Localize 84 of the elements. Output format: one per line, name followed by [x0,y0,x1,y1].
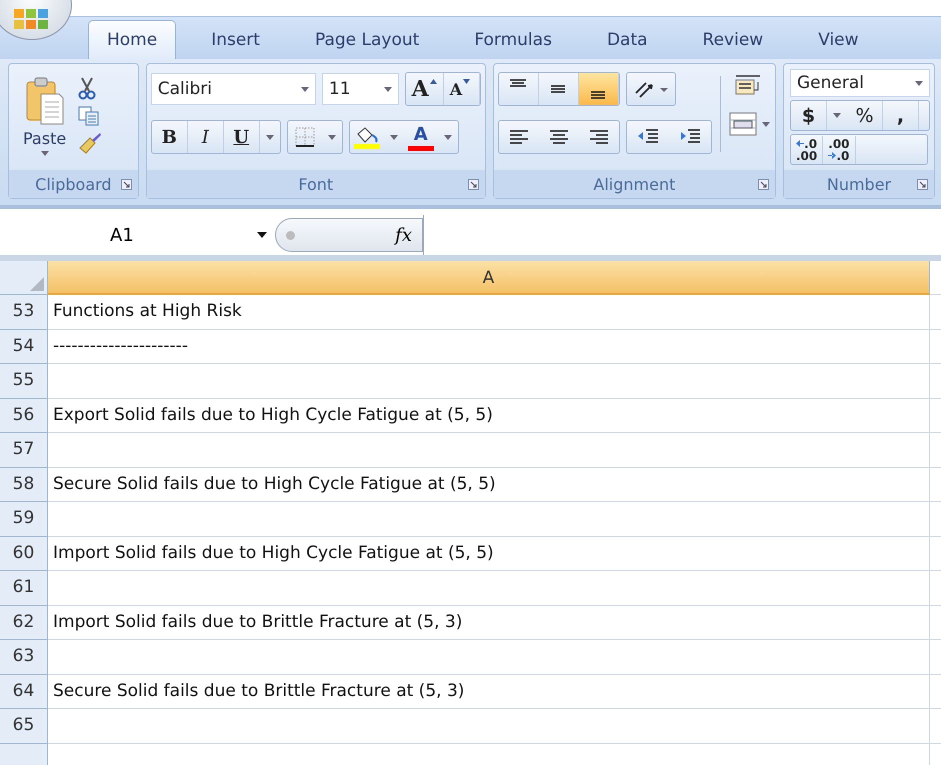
shrink-font-button[interactable]: A [444,73,480,105]
font-color-swatch [408,146,434,150]
italic-button[interactable]: I [188,121,224,153]
caret-icon[interactable] [390,134,398,140]
underline-button[interactable]: U [224,121,260,153]
ribbon-tab[interactable]: Data [582,21,673,59]
row-header[interactable]: 54 [0,330,48,364]
font-size-dropdown[interactable]: 11 [322,73,399,105]
group-label: Alignment [593,174,676,194]
group-label: Font [298,174,334,194]
ribbon-tab[interactable]: View [793,21,884,59]
dialog-launcher-icon[interactable] [468,178,479,190]
merge-cells-icon [728,112,757,136]
column-header[interactable]: A [48,261,930,295]
caret-icon [915,80,923,86]
table-cell[interactable]: Import Solid fails due to Brittle Fracture at (5, 3) [48,606,930,640]
vertical-align-button[interactable] [578,73,619,105]
caret-icon [384,86,392,92]
caret-icon [300,86,309,92]
caret-icon [762,122,770,126]
triangle-up-icon [430,79,437,84]
scissors-icon[interactable] [78,76,96,100]
group-label: Clipboard [35,174,112,194]
caret-icon [257,232,267,238]
paste-button[interactable]: Paste [21,72,68,168]
table-cell[interactable]: Secure Solid fails due to High Cycle Fatigue at (5, 5) [48,468,930,502]
dialog-launcher-icon[interactable] [917,178,928,190]
row-header[interactable]: 60 [0,536,48,571]
dialog-launcher-icon[interactable] [758,178,769,190]
ribbon-tab[interactable]: Formulas [449,21,577,59]
formula-button[interactable]: fx [275,218,423,252]
row-header[interactable]: 57 [0,433,48,468]
caret-icon [40,151,49,156]
merge-center-button[interactable] [728,112,770,136]
row-header[interactable]: 56 [0,398,48,433]
comma-button[interactable]: , [883,101,919,130]
align-lines-icon [590,91,606,99]
percent-button[interactable]: % [847,101,883,130]
align-lines-icon [550,85,566,93]
align-right-icon[interactable] [588,128,610,146]
brush-icon[interactable] [78,132,102,154]
fill-color-swatch [354,144,380,148]
align-center-icon[interactable] [548,128,570,146]
arrow-right-icon [828,152,836,159]
increase-decimal-button[interactable]: .0 .00 [791,136,824,164]
table-cell[interactable]: Import Solid fails due to High Cycle Fatigue at (5, 5) [48,536,930,571]
table-cell[interactable]: Functions at High Risk [48,295,930,330]
font-name-dropdown[interactable]: Calibri [150,73,316,105]
ribbon-tab[interactable]: Insert [186,21,285,59]
arrow-left-icon [796,140,804,147]
row-header[interactable]: 58 [0,468,48,502]
bold-button[interactable]: B [152,121,188,153]
caret-icon[interactable] [833,113,841,118]
number-format-dropdown[interactable]: General [790,69,930,97]
row-header[interactable]: 65 [0,709,48,744]
border-icon[interactable] [292,125,317,149]
grow-font-button[interactable]: A [406,73,444,105]
row-header[interactable]: 62 [0,606,48,640]
ribbon-tab[interactable]: Review [678,21,788,59]
caret-icon[interactable] [328,134,336,140]
caret-icon[interactable] [266,134,274,140]
dialog-launcher-icon[interactable] [120,178,132,190]
group-label: Number [826,174,892,194]
row-header[interactable]: 64 [0,674,48,709]
align-left-icon[interactable] [508,128,530,146]
table-cell[interactable]: Secure Solid fails due to Brittle Fracture at (5, 3) [48,674,930,709]
row-header[interactable]: 63 [0,640,48,674]
row-header[interactable]: 61 [0,571,48,606]
copy-icon[interactable] [78,106,100,126]
caret-icon[interactable] [444,134,452,140]
ribbon-tab[interactable]: Page Layout [290,21,444,59]
row-header[interactable]: 55 [0,364,48,398]
align-lines-icon [510,79,526,87]
clipboard-icon [24,76,65,126]
currency-button[interactable]: $ [791,101,827,130]
row-header[interactable]: 53 [0,295,48,330]
triangle-down-icon [463,79,470,84]
table-cell[interactable]: Export Solid fails due to High Cycle Fatigue at (5, 5) [48,398,930,433]
name-box[interactable]: A1 [0,215,275,255]
decrease-decimal-button[interactable]: .00 .0 [823,136,856,164]
triangle-icon [30,277,44,291]
table-cell[interactable]: ---------------------- [48,330,930,364]
ribbon-tab[interactable]: Home [88,20,176,59]
row-header[interactable]: 59 [0,502,48,536]
